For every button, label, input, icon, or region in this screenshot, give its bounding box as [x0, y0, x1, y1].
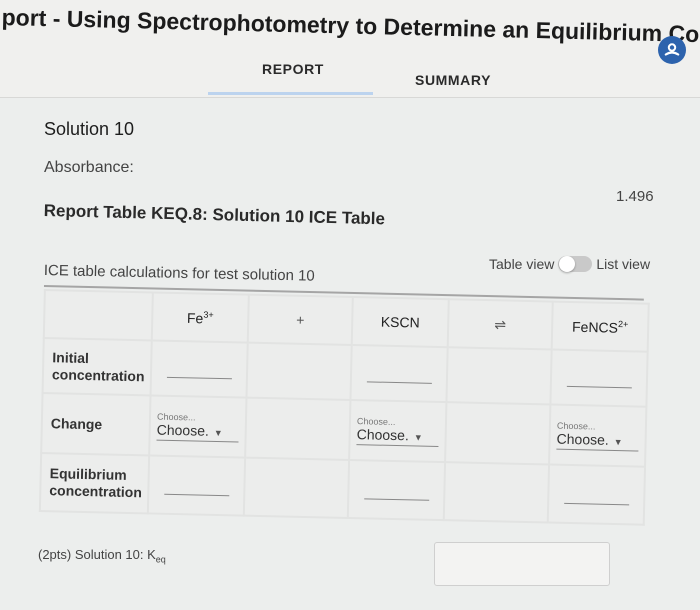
initial-kscn-input[interactable]	[366, 381, 432, 384]
equilibrium-spacer-cell-2	[443, 462, 550, 523]
equilibrium-label-cell: Equilibrium concentration	[39, 452, 150, 514]
equilibrium-fe3-cell	[147, 455, 246, 516]
row-label-equilibrium: Equilibrium concentration	[49, 465, 143, 501]
plus-sign: +	[296, 311, 305, 328]
header-arrow-cell: ⇌	[447, 299, 553, 350]
toggle-knob	[559, 256, 576, 272]
change-spacer-cell-2	[445, 402, 551, 465]
change-kscn-select[interactable]: Choose... Choose. ▼	[356, 416, 439, 447]
change-kscn-cell: Choose... Choose. ▼	[349, 399, 447, 463]
select-value[interactable]: Choose. ▼	[556, 430, 639, 452]
initial-fe3-cell	[150, 340, 248, 398]
assignment-title: port - Using Spectrophotometry to Determ…	[1, 4, 700, 48]
chevron-down-icon: ▼	[413, 431, 423, 443]
initial-fencs-cell	[550, 349, 648, 407]
equilibrium-arrow-icon: ⇌	[494, 315, 507, 332]
row-label-change: Change	[50, 414, 103, 432]
header-kscn-cell: KSCN	[351, 297, 449, 348]
change-spacer-cell	[245, 397, 351, 460]
equilibrium-fe3-input[interactable]	[163, 493, 229, 496]
header-bar: port - Using Spectrophotometry to Determ…	[0, 0, 700, 98]
chevron-down-icon: ▼	[613, 436, 623, 447]
change-fencs-cell: Choose... Choose. ▼	[549, 404, 647, 467]
list-view-label[interactable]: List view	[596, 256, 650, 272]
select-value[interactable]: Choose. ▼	[156, 421, 239, 442]
change-fe3-select[interactable]: Choose... Choose. ▼	[156, 411, 240, 442]
header-plus-cell: +	[247, 294, 353, 345]
keq-question-label: (2pts) Solution 10: Keq	[38, 547, 166, 565]
keq-answer-input[interactable]	[434, 542, 610, 586]
initial-fencs-input[interactable]	[566, 385, 632, 389]
select-value[interactable]: Choose. ▼	[356, 425, 439, 447]
fe3-header: Fe3+	[186, 309, 214, 326]
view-toggle[interactable]: Table view List view	[489, 256, 650, 272]
change-label-cell: Change	[41, 392, 151, 456]
row-label-initial: Initial concentration	[51, 348, 145, 384]
equilibrium-fencs-cell	[547, 464, 646, 525]
tab-summary[interactable]: SUMMARY	[415, 72, 491, 88]
absorbance-label: Absorbance:	[44, 159, 134, 176]
ice-table-caption: ICE table calculations for test solution…	[43, 262, 315, 285]
equilibrium-kscn-cell	[347, 459, 446, 521]
active-tab-indicator	[208, 92, 373, 95]
solution-title: Solution 10	[44, 119, 135, 139]
initial-fe3-input[interactable]	[166, 376, 232, 380]
chevron-down-icon: ▼	[213, 427, 223, 438]
user-icon[interactable]	[658, 36, 686, 64]
equilibrium-fencs-input[interactable]	[563, 502, 629, 505]
initial-spacer-cell	[246, 342, 352, 400]
kscn-header: KSCN	[380, 313, 420, 331]
header-fencs-cell: FeNCS2+	[551, 301, 649, 352]
header-empty-cell	[43, 290, 153, 341]
initial-kscn-cell	[350, 344, 448, 403]
initial-spacer-cell-2	[446, 347, 552, 405]
table-view-label[interactable]: Table view	[489, 256, 554, 272]
change-fe3-cell: Choose... Choose. ▼	[149, 395, 247, 458]
absorbance-value: 1.496	[616, 188, 654, 205]
ice-table: Fe3+ + KSCN ⇌ FeNCS2+ Initial concentrat…	[39, 285, 654, 525]
report-table-title: Report Table KEQ.8: Solution 10 ICE Tabl…	[43, 201, 386, 229]
fencs2-header: FeNCS2+	[571, 318, 629, 336]
tab-report[interactable]: REPORT	[262, 61, 324, 77]
equilibrium-spacer-cell	[243, 457, 350, 518]
change-fencs-select[interactable]: Choose... Choose. ▼	[556, 420, 639, 452]
view-toggle-switch[interactable]	[558, 256, 593, 272]
header-fe3-cell: Fe3+	[151, 292, 249, 343]
equilibrium-kscn-input[interactable]	[363, 497, 429, 501]
initial-label-cell: Initial concentration	[42, 338, 152, 396]
